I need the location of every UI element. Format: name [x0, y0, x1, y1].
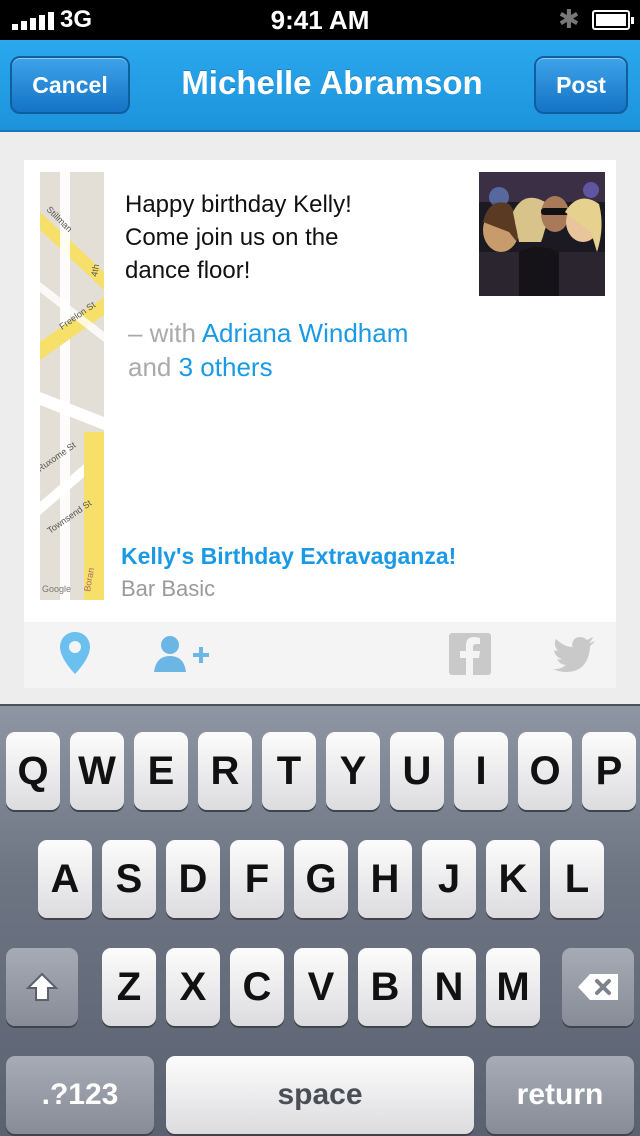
key-l[interactable]: L: [550, 840, 604, 918]
key-o[interactable]: O: [518, 732, 572, 810]
key-x[interactable]: X: [166, 948, 220, 1026]
shift-arrow-icon: [25, 972, 59, 1001]
location-pin-icon[interactable]: [58, 630, 92, 681]
page-title: Michelle Abramson: [181, 64, 483, 101]
tagged-friends: – with Adriana Windham and 3 others: [128, 316, 478, 384]
tagged-person-link[interactable]: Adriana Windham: [202, 318, 409, 348]
with-prefix: – with: [128, 318, 196, 348]
compose-area: Stillman Freelon St Ruxome St Townsend S…: [0, 132, 640, 704]
key-z[interactable]: Z: [102, 948, 156, 1026]
key-m[interactable]: M: [486, 948, 540, 1026]
space-key[interactable]: space: [166, 1056, 474, 1134]
return-key[interactable]: return: [486, 1056, 634, 1134]
key-h[interactable]: H: [358, 840, 412, 918]
key-a[interactable]: A: [38, 840, 92, 918]
numbers-key[interactable]: .?123: [6, 1056, 154, 1134]
status-time: 9:41 AM: [270, 5, 370, 35]
key-j[interactable]: J: [422, 840, 476, 918]
key-w[interactable]: W: [70, 732, 124, 810]
key-b[interactable]: B: [358, 948, 412, 1026]
map-thumbnail[interactable]: Stillman Freelon St Ruxome St Townsend S…: [40, 172, 104, 600]
key-s[interactable]: S: [102, 840, 156, 918]
post-text-line: Happy birthday Kelly!: [125, 191, 352, 218]
key-r[interactable]: R: [198, 732, 252, 810]
key-y[interactable]: Y: [326, 732, 380, 810]
key-n[interactable]: N: [422, 948, 476, 1026]
others-link[interactable]: 3 others: [179, 352, 273, 382]
key-f[interactable]: F: [230, 840, 284, 918]
add-person-icon[interactable]: [152, 634, 214, 679]
status-bar: 3G 9:41 AM ✱: [0, 0, 640, 40]
shift-key[interactable]: [6, 948, 78, 1026]
post-text-line: dance floor!: [125, 257, 251, 284]
keyboard: Q W E R T Y U I O P A S D F G H J K L Z …: [0, 704, 640, 1136]
backspace-icon: [578, 974, 618, 1000]
post-text-line: Come join us on the: [125, 224, 339, 251]
twitter-icon[interactable]: [552, 636, 596, 677]
post-toolbar: [24, 622, 616, 688]
map-label: 4th: [89, 263, 101, 277]
bluetooth-icon: ✱: [558, 4, 580, 34]
post-message[interactable]: Happy birthday Kelly! Come join us on th…: [125, 188, 445, 287]
key-p[interactable]: P: [582, 732, 636, 810]
attached-photo[interactable]: [479, 172, 605, 296]
key-k[interactable]: K: [486, 840, 540, 918]
key-c[interactable]: C: [230, 948, 284, 1026]
key-g[interactable]: G: [294, 840, 348, 918]
post-card: Stillman Freelon St Ruxome St Townsend S…: [24, 160, 616, 622]
key-d[interactable]: D: [166, 840, 220, 918]
battery-icon: [592, 10, 634, 30]
key-t[interactable]: T: [262, 732, 316, 810]
place-name-link[interactable]: Kelly's Birthday Extravaganza!: [121, 543, 456, 570]
key-u[interactable]: U: [390, 732, 444, 810]
map-label: Google: [42, 584, 71, 594]
place-subtitle: Bar Basic: [121, 576, 216, 601]
cancel-button[interactable]: Cancel: [10, 56, 130, 114]
delete-key[interactable]: [562, 948, 634, 1026]
nav-bar: Cancel Michelle Abramson Post: [0, 40, 640, 132]
key-v[interactable]: V: [294, 948, 348, 1026]
key-q[interactable]: Q: [6, 732, 60, 810]
key-e[interactable]: E: [134, 732, 188, 810]
key-i[interactable]: I: [454, 732, 508, 810]
facebook-icon[interactable]: [448, 632, 492, 681]
post-button[interactable]: Post: [534, 56, 628, 114]
and-word: and: [128, 352, 172, 382]
